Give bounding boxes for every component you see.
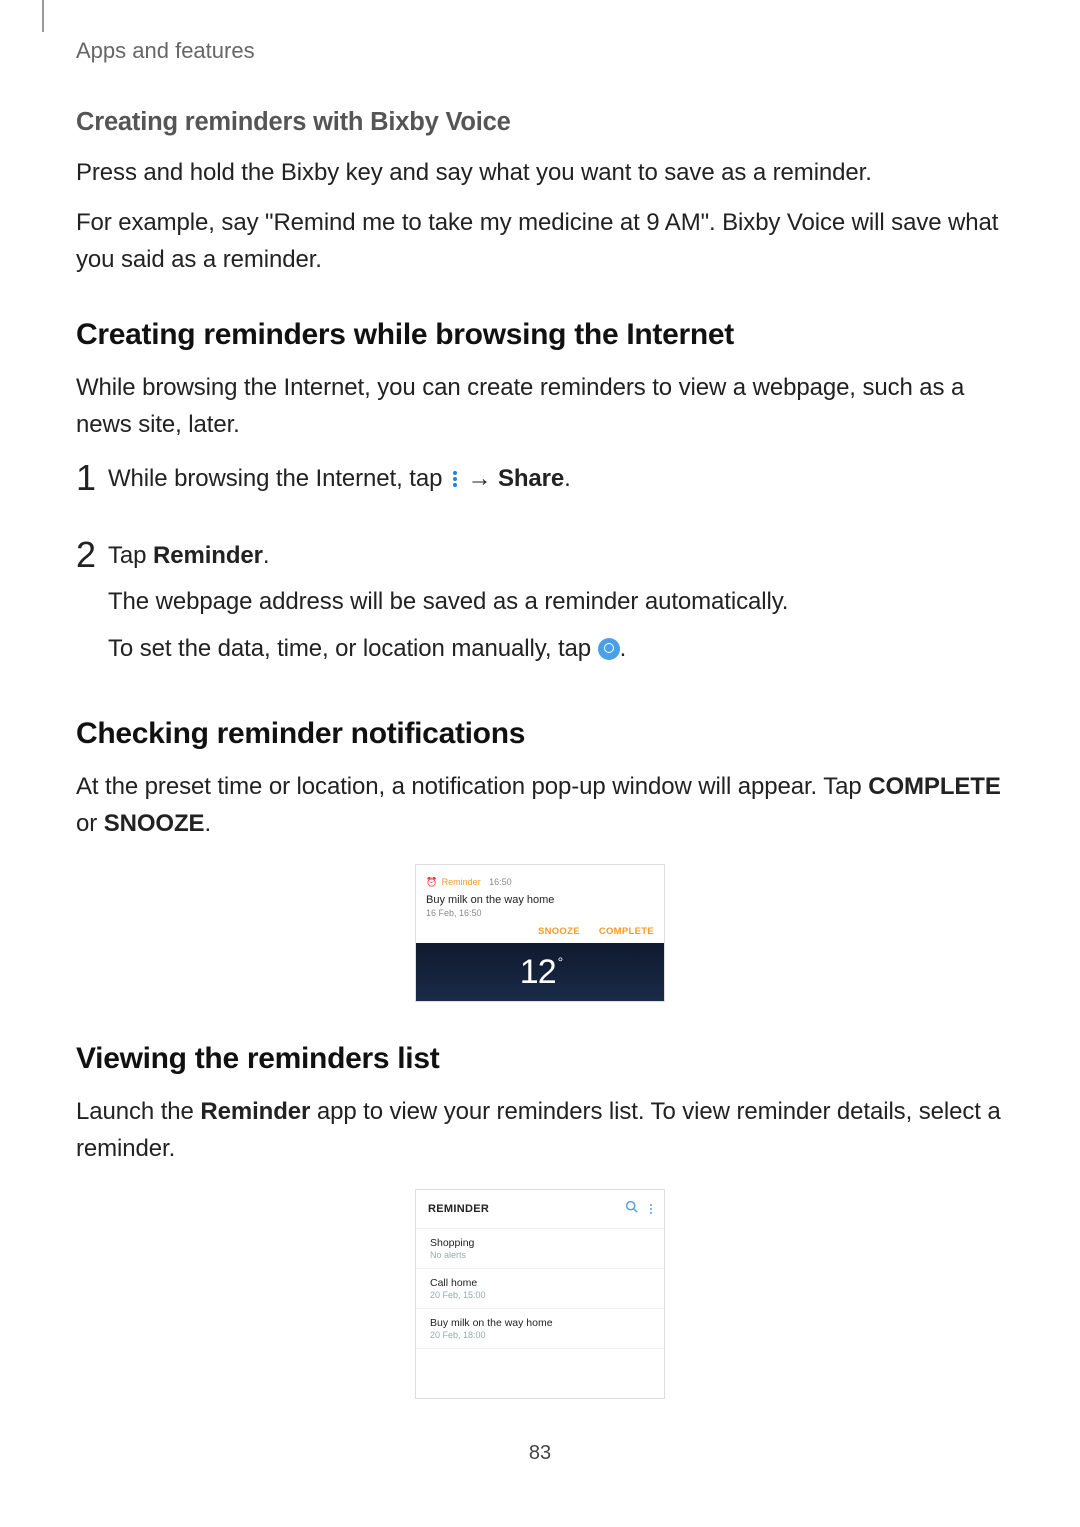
step-1: 1 While browsing the Internet, tap → Sha… xyxy=(76,461,1004,509)
complete-label: COMPLETE xyxy=(868,773,1001,800)
snooze-button[interactable]: SNOOZE xyxy=(538,926,580,937)
text: Tap xyxy=(108,542,153,569)
list-item-title: Call home xyxy=(430,1277,650,1289)
step-text: Tap Reminder. xyxy=(108,538,1004,574)
running-header: Apps and features xyxy=(76,38,255,64)
step-number: 2 xyxy=(76,538,108,572)
list-item[interactable]: Buy milk on the way home 20 Feb, 18:00 xyxy=(416,1309,664,1349)
search-icon[interactable] xyxy=(625,1200,638,1218)
more-options-icon[interactable] xyxy=(650,1204,652,1214)
heading-viewing-list: Viewing the reminders list xyxy=(76,1042,1004,1076)
complete-button[interactable]: COMPLETE xyxy=(599,926,654,937)
list-item-subtitle: 20 Feb, 15:00 xyxy=(430,1290,650,1300)
paragraph: For example, say "Remind me to take my m… xyxy=(76,205,1004,278)
app-header: REMINDER xyxy=(416,1190,664,1229)
step-text: While browsing the Internet, tap → Share… xyxy=(108,461,1004,499)
list-item[interactable]: Shopping No alerts xyxy=(416,1229,664,1269)
notification-date: 16 Feb, 16:50 xyxy=(426,908,654,918)
notification-time: 16:50 xyxy=(489,877,512,887)
text: . xyxy=(204,810,211,837)
more-options-icon xyxy=(452,463,458,499)
step-body: While browsing the Internet, tap → Share… xyxy=(108,461,1004,509)
notification-body: ⏰ Reminder 16:50 Buy milk on the way hom… xyxy=(416,865,664,943)
reminder-circle-icon xyxy=(598,638,620,660)
text: . xyxy=(564,465,571,492)
notification-actions: SNOOZE COMPLETE xyxy=(426,926,654,937)
text: or xyxy=(76,810,104,837)
figure-notification: ⏰ Reminder 16:50 Buy milk on the way hom… xyxy=(76,864,1004,1002)
step-number: 1 xyxy=(76,461,108,495)
arrow-text: → xyxy=(461,465,498,492)
list-item-subtitle: No alerts xyxy=(430,1250,650,1260)
text: . xyxy=(620,635,627,662)
paragraph: Launch the Reminder app to view your rem… xyxy=(76,1094,1004,1167)
text: . xyxy=(263,542,270,569)
heading-checking-notifications: Checking reminder notifications xyxy=(76,717,1004,751)
paragraph: At the preset time or location, a notifi… xyxy=(76,769,1004,842)
degree-symbol: ° xyxy=(558,954,563,970)
content-area: Creating reminders with Bixby Voice Pres… xyxy=(76,108,1004,1411)
page: Apps and features Creating reminders wit… xyxy=(0,0,1080,1527)
snooze-label: SNOOZE xyxy=(104,810,205,837)
share-label: Share xyxy=(498,465,564,492)
ordered-steps: 1 While browsing the Internet, tap → Sha… xyxy=(76,461,1004,677)
notification-popup: ⏰ Reminder 16:50 Buy milk on the way hom… xyxy=(415,864,665,1002)
page-corner-divider xyxy=(42,0,44,32)
paragraph: Press and hold the Bixby key and say wha… xyxy=(76,155,1004,191)
figure-reminder-list: REMINDER Shopping No alerts Call home 20… xyxy=(76,1189,1004,1399)
notification-app-icon: ⏰ xyxy=(426,877,437,887)
step-body: Tap Reminder. The webpage address will b… xyxy=(108,538,1004,677)
text: To set the data, time, or location manua… xyxy=(108,635,598,662)
step-text: The webpage address will be saved as a r… xyxy=(108,584,1004,620)
text: Launch the xyxy=(76,1098,200,1125)
list-item-title: Shopping xyxy=(430,1237,650,1249)
page-number: 83 xyxy=(0,1442,1080,1465)
text: While browsing the Internet, tap xyxy=(108,465,449,492)
notification-app-name: Reminder xyxy=(442,877,481,887)
paragraph: While browsing the Internet, you can cre… xyxy=(76,370,1004,443)
app-header-actions xyxy=(625,1200,652,1218)
text: At the preset time or location, a notifi… xyxy=(76,773,868,800)
reminder-app-label: Reminder xyxy=(200,1098,310,1125)
reminder-app-screen: REMINDER Shopping No alerts Call home 20… xyxy=(415,1189,665,1399)
heading-browsing-internet: Creating reminders while browsing the In… xyxy=(76,318,1004,352)
notification-title: Buy milk on the way home xyxy=(426,894,654,906)
heading-bixby-voice: Creating reminders with Bixby Voice xyxy=(76,108,1004,137)
step-2: 2 Tap Reminder. The webpage address will… xyxy=(76,538,1004,677)
step-text: To set the data, time, or location manua… xyxy=(108,631,1004,667)
reminder-label: Reminder xyxy=(153,542,263,569)
list-item-subtitle: 20 Feb, 18:00 xyxy=(430,1330,650,1340)
temperature-value: 12 xyxy=(520,953,556,992)
list-item-title: Buy milk on the way home xyxy=(430,1317,650,1329)
list-item[interactable]: Call home 20 Feb, 15:00 xyxy=(416,1269,664,1309)
app-title: REMINDER xyxy=(428,1203,489,1215)
weather-widget: 12° xyxy=(416,943,664,1001)
